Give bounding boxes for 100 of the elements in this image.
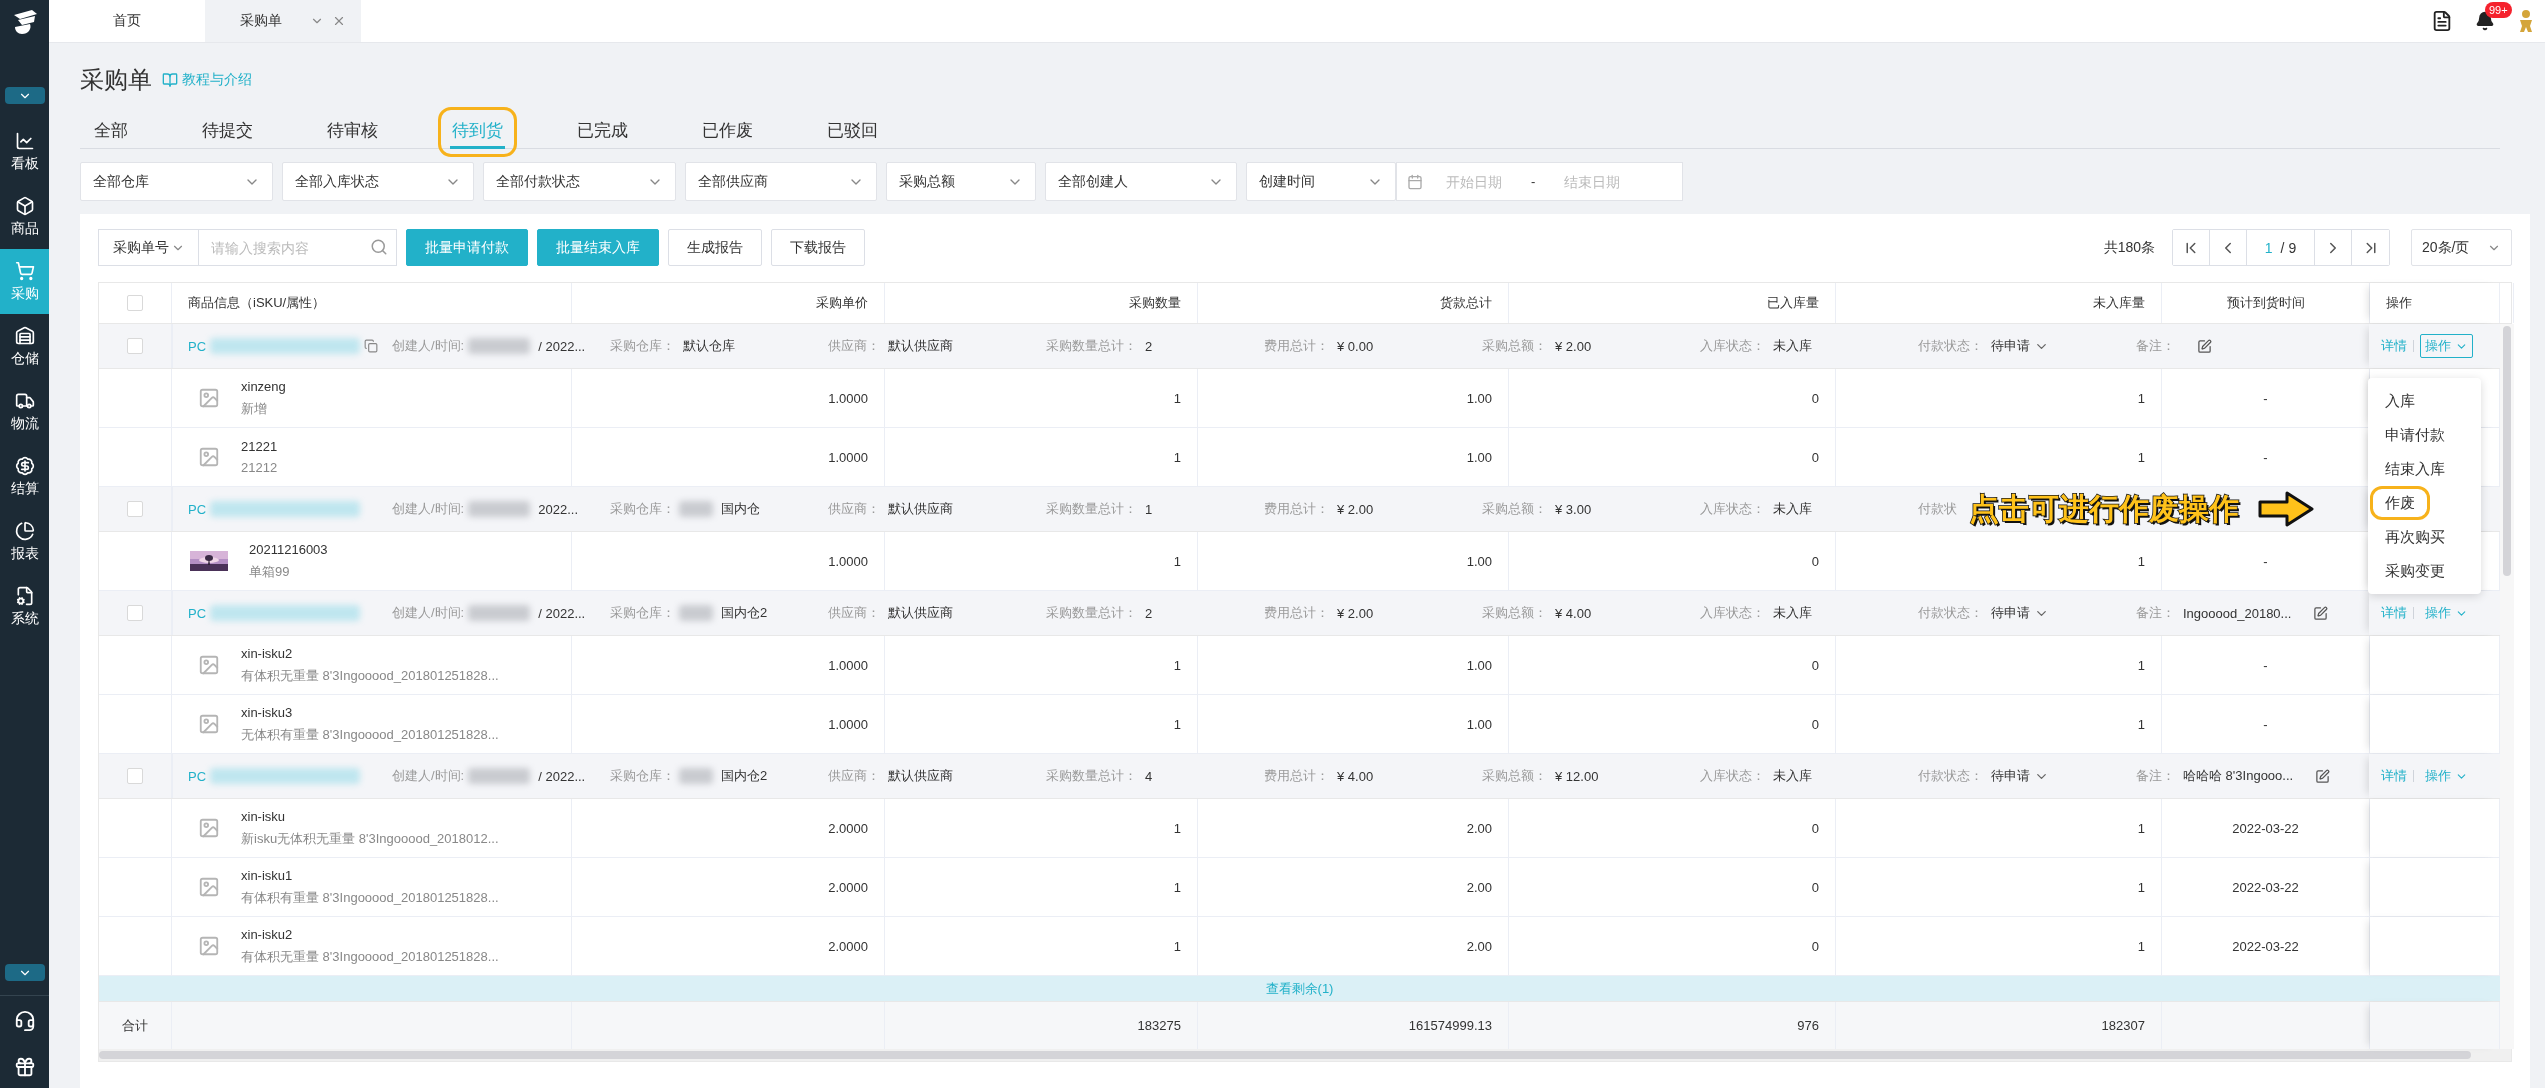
field-value: / 2022...	[538, 338, 586, 354]
field-label: 费用总计：	[1264, 767, 1329, 785]
box-icon	[14, 195, 35, 216]
search-icon[interactable]	[370, 238, 388, 256]
field-value: 4	[1145, 768, 1153, 784]
product-attributes: 无体积有重量 8'3Ingooood_201801251828...	[241, 725, 499, 744]
checkbox[interactable]	[127, 768, 143, 784]
edit-icon[interactable]	[2313, 605, 2329, 621]
table-cell: 0	[1509, 695, 1836, 753]
product-attributes: 有体积有重量 8'3Ingooood_201801251828...	[241, 888, 499, 907]
total-count: 共180条	[2103, 238, 2155, 257]
toolbar-button[interactable]: 生成报告	[668, 229, 762, 266]
toolbar-button[interactable]: 下载报告	[771, 229, 865, 266]
pie-chart-icon	[14, 520, 35, 541]
field-label: 供应商：	[828, 337, 880, 355]
field-label: 备注：	[2136, 337, 2175, 355]
menu-item[interactable]: 作废	[2370, 486, 2430, 520]
status-tab[interactable]: 已驳回	[813, 107, 892, 157]
checkbox[interactable]	[127, 338, 143, 354]
table-cell: 1	[885, 858, 1198, 916]
field-value: ¥ 2.00	[1337, 605, 1374, 621]
table-cell: 0	[1509, 917, 1836, 975]
avatar-icon[interactable]	[2517, 9, 2535, 33]
table-cell: 1.0000	[572, 532, 885, 590]
sidebar-item[interactable]: 报表	[0, 509, 49, 574]
status-tab[interactable]: 已作废	[688, 107, 767, 157]
field-value: 2022...	[538, 501, 578, 517]
scrollbar-track[interactable]	[2500, 324, 2514, 1049]
page-tab[interactable]: 采购单	[205, 0, 361, 42]
table-cell: 0	[1509, 858, 1836, 916]
status-tab[interactable]: 待审核	[313, 107, 392, 157]
filter-select[interactable]: 全部供应商	[685, 162, 877, 201]
scrollbar-track[interactable]	[99, 1049, 2511, 1061]
field-value: 默认供应商	[888, 767, 953, 785]
field-label: 入库状态：	[1700, 337, 1765, 355]
filter-select[interactable]: 全部付款状态	[483, 162, 676, 201]
page-size-select[interactable]: 20条/页	[2411, 229, 2512, 266]
status-tab[interactable]: 全部	[80, 107, 142, 157]
checkbox[interactable]	[127, 295, 143, 311]
field-label: 备注：	[2136, 767, 2175, 785]
table-cell: 1.00	[1198, 695, 1509, 753]
table-cell: 0	[1509, 799, 1836, 857]
sidebar-item[interactable]: 结算	[0, 444, 49, 509]
product-attributes: 有体积无重量 8'3Ingooood_201801251828...	[241, 666, 499, 685]
search-field[interactable]: 请输入搜索内容	[199, 229, 397, 266]
field-label: 采购数量总计：	[1046, 500, 1137, 518]
copy-icon[interactable]	[364, 339, 379, 353]
product-name: xinzeng	[241, 378, 286, 394]
table-cell: 0	[1509, 369, 1836, 427]
sidebar-item[interactable]: 系统	[0, 574, 49, 639]
field-label: 创建人/时间:	[392, 337, 465, 355]
filter-select[interactable]: 全部创建人	[1045, 162, 1237, 201]
expand-button[interactable]	[4, 964, 45, 981]
search-type-select[interactable]: 采购单号	[98, 229, 199, 266]
product-attributes: 单箱99	[249, 562, 291, 581]
product-name: xin-isku2	[241, 645, 294, 661]
date-range-field[interactable]: 开始日期 - 结束日期	[1396, 162, 1683, 201]
product-name: xin-isku3	[241, 704, 294, 720]
document-icon[interactable]	[2431, 10, 2453, 32]
table-cell: 0	[1509, 532, 1836, 590]
product-name: 21221	[241, 439, 278, 454]
field-value: 默认供应商	[888, 604, 953, 622]
product-name: xin-isku1	[241, 867, 294, 883]
first-page-button[interactable]	[2173, 230, 2210, 265]
filter-select[interactable]: 全部仓库	[80, 162, 273, 201]
collapse-button[interactable]	[4, 87, 45, 104]
status-tab[interactable]: 待提交	[188, 107, 267, 157]
field-label: 费用总计：	[1264, 337, 1329, 355]
sidebar-item[interactable]: 看板	[0, 119, 49, 184]
column-header: 操作	[2370, 283, 2500, 323]
table-cell: 1.0000	[572, 695, 885, 753]
start-date-field[interactable]: 开始日期	[1429, 172, 1519, 191]
table-cell: 1	[885, 532, 1198, 590]
table-cell: 1.0000	[572, 428, 885, 486]
checkbox[interactable]	[127, 605, 143, 621]
table-cell: 1.00	[1198, 369, 1509, 427]
table-cell: 1	[885, 695, 1198, 753]
filter-select[interactable]: 创建时间	[1246, 162, 1396, 201]
sidebar-item[interactable]: 物流	[0, 379, 49, 444]
status-tab[interactable]: 已完成	[563, 107, 642, 157]
sidebar-item[interactable]: 仓储	[0, 314, 49, 379]
filter-select[interactable]: 全部入库状态	[282, 162, 474, 201]
field-label: 创建人/时间:	[392, 604, 465, 622]
product-name: xin-isku2	[241, 926, 294, 942]
dollar-badge-icon	[14, 455, 35, 476]
filter-select[interactable]: 采购总额	[886, 162, 1036, 201]
end-date-field[interactable]: 结束日期	[1547, 172, 1638, 191]
checkbox[interactable]	[127, 501, 143, 517]
sidebar-item[interactable]: 商品	[0, 184, 49, 249]
field-value: ¥ 4.00	[1555, 605, 1592, 621]
edit-icon[interactable]	[2197, 338, 2212, 354]
field-value: ¥ 12.00	[1555, 768, 1599, 784]
notification-badge: 99+	[2485, 2, 2512, 18]
table-cell: 1.00	[1198, 428, 1509, 486]
field-label: 采购仓库：	[610, 500, 675, 518]
field-value: ¥ 3.00	[1555, 501, 1592, 517]
field-value: ¥ 2.00	[1337, 501, 1374, 517]
close-icon[interactable]	[332, 14, 346, 28]
edit-icon[interactable]	[2315, 768, 2331, 784]
headset-icon	[13, 1010, 36, 1032]
